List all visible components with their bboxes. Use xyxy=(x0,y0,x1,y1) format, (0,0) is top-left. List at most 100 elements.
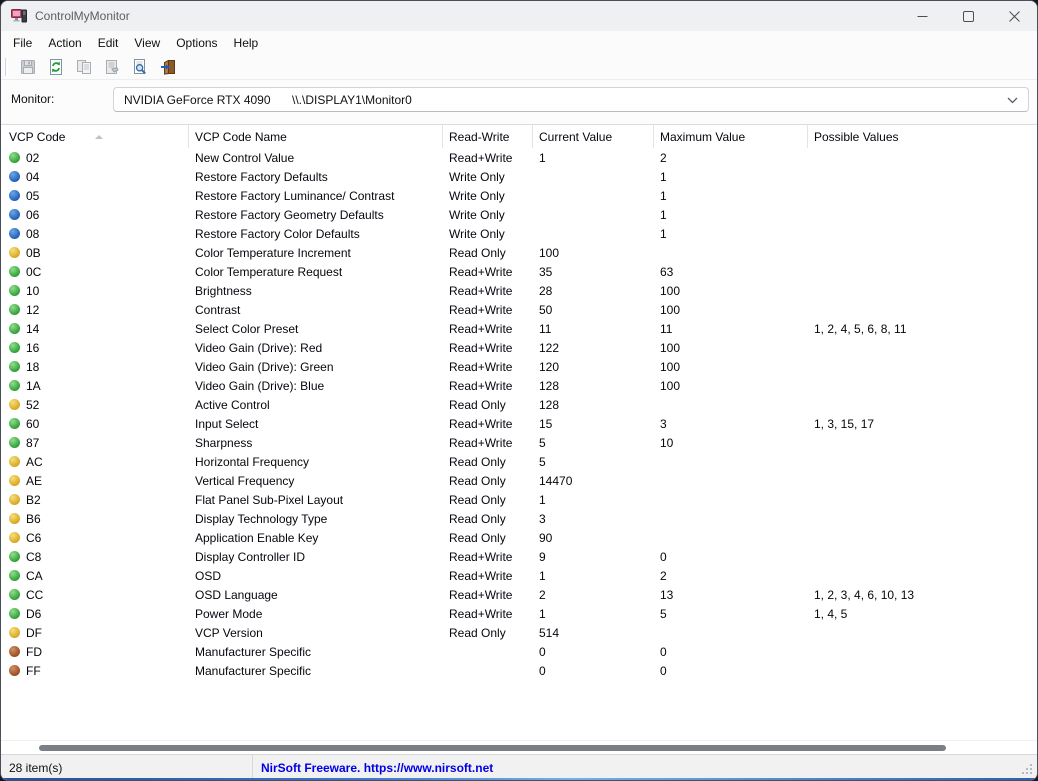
menu-item-edit[interactable]: Edit xyxy=(90,33,127,53)
monitor-label: Monitor: xyxy=(11,92,55,106)
menu-item-action[interactable]: Action xyxy=(40,33,89,53)
table-row[interactable]: CA OSD Read+Write 1 2 xyxy=(1,566,1037,585)
column-header-current-value[interactable]: Current Value xyxy=(533,125,654,148)
close-icon xyxy=(1008,10,1020,22)
vcp-code: 60 xyxy=(26,416,40,431)
vcp-code-name-cell: Video Gain (Drive): Red xyxy=(195,340,323,355)
vcp-code-name-cell: Display Technology Type xyxy=(195,511,328,526)
table-row[interactable]: C8 Display Controller ID Read+Write 9 0 xyxy=(1,547,1037,566)
read-write-cell: Read+Write xyxy=(449,321,513,336)
monitor-select[interactable]: NVIDIA GeForce RTX 4090 \\.\DISPLAY1\Mon… xyxy=(113,87,1029,112)
column-header-possible-values[interactable]: Possible Values xyxy=(808,125,1037,148)
maximum-value-cell: 100 xyxy=(660,340,681,355)
vcp-code-name-cell: Brightness xyxy=(195,283,252,298)
status-bar: 28 item(s) NirSoft Freeware. https://www… xyxy=(1,754,1037,780)
table-row[interactable]: 02 New Control Value Read+Write 1 2 xyxy=(1,148,1037,167)
table-row[interactable]: DF VCP Version Read Only 514 xyxy=(1,623,1037,642)
table-row[interactable]: 1A Video Gain (Drive): Blue Read+Write 128 1… xyxy=(1,376,1037,395)
resize-grip[interactable] xyxy=(1021,763,1034,776)
maximum-value-cell: 1 xyxy=(660,188,667,203)
save-button[interactable] xyxy=(17,56,39,78)
table-row[interactable]: 0B Color Temperature Increment Read Only 10… xyxy=(1,243,1037,262)
possible-values-cell: 1, 3, 15, 17 xyxy=(814,416,875,431)
current-value-cell: 514 xyxy=(539,625,560,640)
possible-values-cell: 1, 4, 5 xyxy=(814,606,848,621)
current-value-cell: 15 xyxy=(539,416,553,431)
find-button[interactable] xyxy=(129,56,151,78)
vcp-code-cell: CA xyxy=(1,569,189,583)
table-row[interactable]: CC OSD Language Read+Write 2 13 1, 2, 3, 4, 6… xyxy=(1,585,1037,604)
table-row[interactable]: 06 Restore Factory Geometry Defaults Write… xyxy=(1,205,1037,224)
column-header-vcp-code-name[interactable]: VCP Code Name xyxy=(189,125,443,148)
vcp-code-cell: 06 xyxy=(1,208,189,222)
table-row[interactable]: AC Horizontal Frequency Read Only 5 xyxy=(1,452,1037,471)
close-button[interactable] xyxy=(991,1,1037,31)
current-value-cell: 1 xyxy=(539,568,546,583)
column-header-maximum-value[interactable]: Maximum Value xyxy=(654,125,808,148)
table-row[interactable]: AE Vertical Frequency Read Only 14470 xyxy=(1,471,1037,490)
table-row[interactable]: FF Manufacturer Specific 0 0 xyxy=(1,661,1037,680)
current-value-cell: 128 xyxy=(539,378,560,393)
current-value-cell: 0 xyxy=(539,663,546,678)
table-row[interactable]: 87 Sharpness Read+Write 5 10 xyxy=(1,433,1037,452)
maximum-value-cell: 0 xyxy=(660,644,667,659)
chevron-down-icon xyxy=(1007,93,1018,107)
vcp-code: 1A xyxy=(26,378,41,393)
monitor-device-name: NVIDIA GeForce RTX 4090 xyxy=(124,92,271,107)
maximize-button[interactable] xyxy=(945,1,991,31)
possible-values-cell: 1, 2, 4, 5, 6, 8, 11 xyxy=(814,321,907,336)
vcp-code-cell: 1A xyxy=(1,379,189,393)
copy-button[interactable] xyxy=(73,56,95,78)
vcp-code-cell: 18 xyxy=(1,360,189,374)
horizontal-scrollbar-thumb[interactable] xyxy=(39,745,946,751)
table-row[interactable]: B2 Flat Panel Sub-Pixel Layout Read Only 1 xyxy=(1,490,1037,509)
table-row[interactable]: C6 Application Enable Key Read Only 90 xyxy=(1,528,1037,547)
table-row[interactable]: 04 Restore Factory Defaults Write Only 1 xyxy=(1,167,1037,186)
status-dot-icon xyxy=(9,551,20,562)
status-dot-icon xyxy=(9,532,20,543)
properties-button[interactable] xyxy=(101,56,123,78)
table-row[interactable]: 08 Restore Factory Color Defaults Write On… xyxy=(1,224,1037,243)
vcp-code: 06 xyxy=(26,207,40,222)
column-header-vcp-code[interactable]: VCP Code xyxy=(1,125,189,148)
nirsoft-freeware-link[interactable]: NirSoft Freeware. https://www.nirsoft.ne… xyxy=(253,755,493,780)
maximum-value-cell: 0 xyxy=(660,663,667,678)
maximum-value-cell: 13 xyxy=(660,587,674,602)
table-row[interactable]: 52 Active Control Read Only 128 xyxy=(1,395,1037,414)
menu-item-file[interactable]: File xyxy=(5,33,40,53)
vcp-code: 14 xyxy=(26,321,40,336)
table-row[interactable]: 10 Brightness Read+Write 28 100 xyxy=(1,281,1037,300)
table-row[interactable]: B6 Display Technology Type Read Only 3 xyxy=(1,509,1037,528)
status-dot-icon xyxy=(9,190,20,201)
table-row[interactable]: 0C Color Temperature Request Read+Write 35 6… xyxy=(1,262,1037,281)
vcp-code-name-cell: Select Color Preset xyxy=(195,321,299,336)
table-row[interactable]: D6 Power Mode Read+Write 1 5 1, 4, 5 xyxy=(1,604,1037,623)
vcp-code-name-cell: Contrast xyxy=(195,302,241,317)
status-dot-icon xyxy=(9,171,20,182)
table-row[interactable]: 16 Video Gain (Drive): Red Read+Write 122 10… xyxy=(1,338,1037,357)
table-row[interactable]: FD Manufacturer Specific 0 0 xyxy=(1,642,1037,661)
vcp-code-cell: 0B xyxy=(1,246,189,260)
table-row[interactable]: 18 Video Gain (Drive): Green Read+Write 120… xyxy=(1,357,1037,376)
maximum-value-cell: 3 xyxy=(660,416,667,431)
maximum-value-cell: 100 xyxy=(660,283,681,298)
table-row[interactable]: 60 Input Select Read+Write 15 3 1, 3, 15, 17 xyxy=(1,414,1037,433)
menu-item-view[interactable]: View xyxy=(126,33,168,53)
table-row[interactable]: 14 Select Color Preset Read+Write 11 11 1, 2,… xyxy=(1,319,1037,338)
minimize-button[interactable] xyxy=(899,1,945,31)
horizontal-scrollbar[interactable] xyxy=(1,740,1037,754)
current-value-cell: 1 xyxy=(539,492,546,507)
vcp-code-name-cell: Restore Factory Luminance/ Contrast xyxy=(195,188,395,203)
copy-icon xyxy=(77,59,91,74)
status-dot-icon xyxy=(9,380,20,391)
read-write-cell: Read+Write xyxy=(449,264,513,279)
column-header-read-write[interactable]: Read-Write xyxy=(443,125,533,148)
table-row[interactable]: 12 Contrast Read+Write 50 100 xyxy=(1,300,1037,319)
refresh-button[interactable] xyxy=(45,56,67,78)
menu-item-options[interactable]: Options xyxy=(168,33,225,53)
vcp-code-name-cell: Color Temperature Increment xyxy=(195,245,351,260)
menu-item-help[interactable]: Help xyxy=(226,33,267,53)
vcp-code: 0C xyxy=(26,264,42,279)
exit-button[interactable] xyxy=(157,56,179,78)
table-row[interactable]: 05 Restore Factory Luminance/ Contrast Wri… xyxy=(1,186,1037,205)
